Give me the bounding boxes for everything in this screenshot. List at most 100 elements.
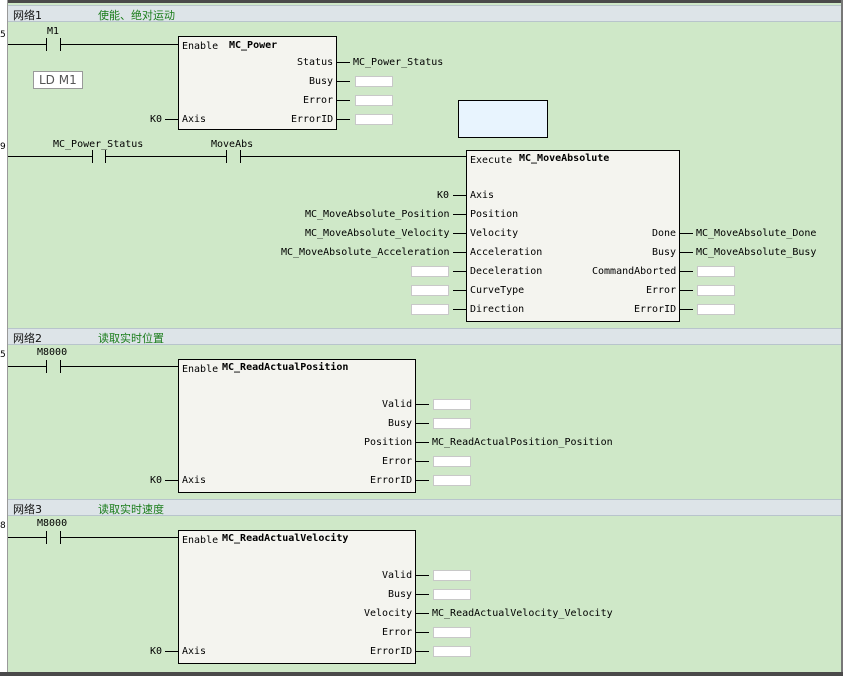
block-title: MC_Power — [229, 40, 278, 51]
selection-box[interactable] — [458, 100, 548, 138]
input-value-box[interactable] — [411, 285, 449, 296]
input-value-box[interactable] — [411, 304, 449, 315]
pin-enable: Enable — [182, 364, 219, 375]
pin-errorid: ErrorID — [634, 304, 677, 315]
wire — [337, 62, 350, 63]
input-value-box[interactable] — [411, 266, 449, 277]
contact-m1-left[interactable] — [46, 38, 47, 51]
output-value-box[interactable] — [355, 114, 393, 125]
contact-m8000-left[interactable] — [46, 531, 47, 544]
pin-curvetype: CurveType — [470, 285, 525, 296]
pin-commandaborted: CommandAborted — [592, 266, 677, 277]
pin-valid: Valid — [382, 570, 413, 581]
contact-label-m8000: M8000 — [37, 518, 68, 529]
wire — [416, 480, 429, 481]
block-title: MC_MoveAbsolute — [519, 153, 610, 164]
wire — [453, 290, 466, 291]
network-name: 网络2 — [13, 332, 42, 345]
network-comment[interactable]: 读取实时速度 — [98, 501, 164, 517]
wire — [416, 404, 429, 405]
output-value-box[interactable] — [433, 475, 471, 486]
pin-enable: Enable — [182, 41, 219, 52]
pin-valid: Valid — [382, 399, 413, 410]
pin-errorid: ErrorID — [291, 114, 334, 125]
pin-error: Error — [303, 95, 334, 106]
input-variable-axis[interactable]: K0 — [437, 190, 449, 201]
output-value-box[interactable] — [355, 95, 393, 106]
output-value-box[interactable] — [433, 646, 471, 657]
wire — [61, 537, 178, 538]
wire — [680, 271, 693, 272]
network-header-1[interactable]: 网络1 使能、绝对运动 — [8, 5, 841, 22]
ld-editor-label[interactable]: LD M1 — [33, 71, 83, 89]
contact-power-status-left[interactable] — [92, 150, 93, 163]
pin-errorid: ErrorID — [370, 475, 413, 486]
output-value-box[interactable] — [433, 627, 471, 638]
pin-error: Error — [646, 285, 677, 296]
output-variable-velocity[interactable]: MC_ReadActualVelocity_Velocity — [432, 608, 613, 619]
top-frame-bar — [0, 0, 843, 3]
output-value-box[interactable] — [433, 456, 471, 467]
input-variable-velocity[interactable]: MC_MoveAbsolute_Velocity — [305, 228, 450, 239]
wire — [416, 461, 429, 462]
output-value-box[interactable] — [433, 570, 471, 581]
wire — [680, 309, 693, 310]
wire — [416, 575, 429, 576]
wire — [680, 252, 693, 253]
network-comment[interactable]: 使能、绝对运动 — [98, 7, 175, 23]
output-value-box[interactable] — [355, 76, 393, 87]
output-value-box[interactable] — [433, 589, 471, 600]
wire — [165, 651, 178, 652]
wire — [61, 366, 178, 367]
function-block-mc-readactualvelocity[interactable] — [178, 530, 416, 664]
input-variable-acceleration[interactable]: MC_MoveAbsolute_Acceleration — [281, 247, 450, 258]
pin-direction: Direction — [470, 304, 525, 315]
wire — [337, 119, 350, 120]
wire — [453, 233, 466, 234]
contact-label-moveabs: MoveAbs — [211, 139, 254, 150]
output-value-box[interactable] — [433, 399, 471, 410]
pin-axis: Axis — [182, 475, 207, 486]
wire — [680, 233, 693, 234]
wire — [165, 119, 178, 120]
pin-axis: Axis — [182, 114, 207, 125]
wire — [416, 594, 429, 595]
function-block-mc-readactualposition[interactable] — [178, 359, 416, 493]
axis-variable: K0 — [150, 646, 163, 657]
axis-variable: K0 — [150, 475, 163, 486]
input-variable-position[interactable]: MC_MoveAbsolute_Position — [305, 209, 450, 220]
output-variable-busy[interactable]: MC_MoveAbsolute_Busy — [696, 247, 816, 258]
axis-variable: K0 — [150, 114, 163, 125]
pin-errorid: ErrorID — [370, 646, 413, 657]
pin-busy: Busy — [388, 418, 413, 429]
pin-position: Position — [364, 437, 413, 448]
network-header-2[interactable]: 网络2 读取实时位置 — [8, 328, 841, 345]
output-value-box[interactable] — [697, 266, 735, 277]
network-name: 网络3 — [13, 503, 42, 516]
wire — [416, 632, 429, 633]
wire — [416, 423, 429, 424]
pin-busy: Busy — [652, 247, 677, 258]
wire — [453, 271, 466, 272]
wire — [453, 214, 466, 215]
output-variable-status[interactable]: MC_Power_Status — [353, 57, 443, 68]
output-variable-done[interactable]: MC_MoveAbsolute_Done — [696, 228, 816, 239]
output-value-box[interactable] — [697, 304, 735, 315]
output-variable-position[interactable]: MC_ReadActualPosition_Position — [432, 437, 613, 448]
pin-enable: Enable — [182, 535, 219, 546]
network-comment[interactable]: 读取实时位置 — [98, 330, 164, 346]
pin-status: Status — [297, 57, 334, 68]
wire — [453, 252, 466, 253]
pin-acceleration: Acceleration — [470, 247, 543, 258]
wire — [8, 366, 46, 367]
contact-moveabs-left[interactable] — [226, 150, 227, 163]
wire — [453, 195, 466, 196]
output-value-box[interactable] — [433, 418, 471, 429]
pin-busy: Busy — [309, 76, 334, 87]
contact-m8000-left[interactable] — [46, 360, 47, 373]
wire — [337, 100, 350, 101]
network-header-3[interactable]: 网络3 读取实时速度 — [8, 499, 841, 516]
output-value-box[interactable] — [697, 285, 735, 296]
wire — [165, 480, 178, 481]
wire — [106, 156, 226, 157]
